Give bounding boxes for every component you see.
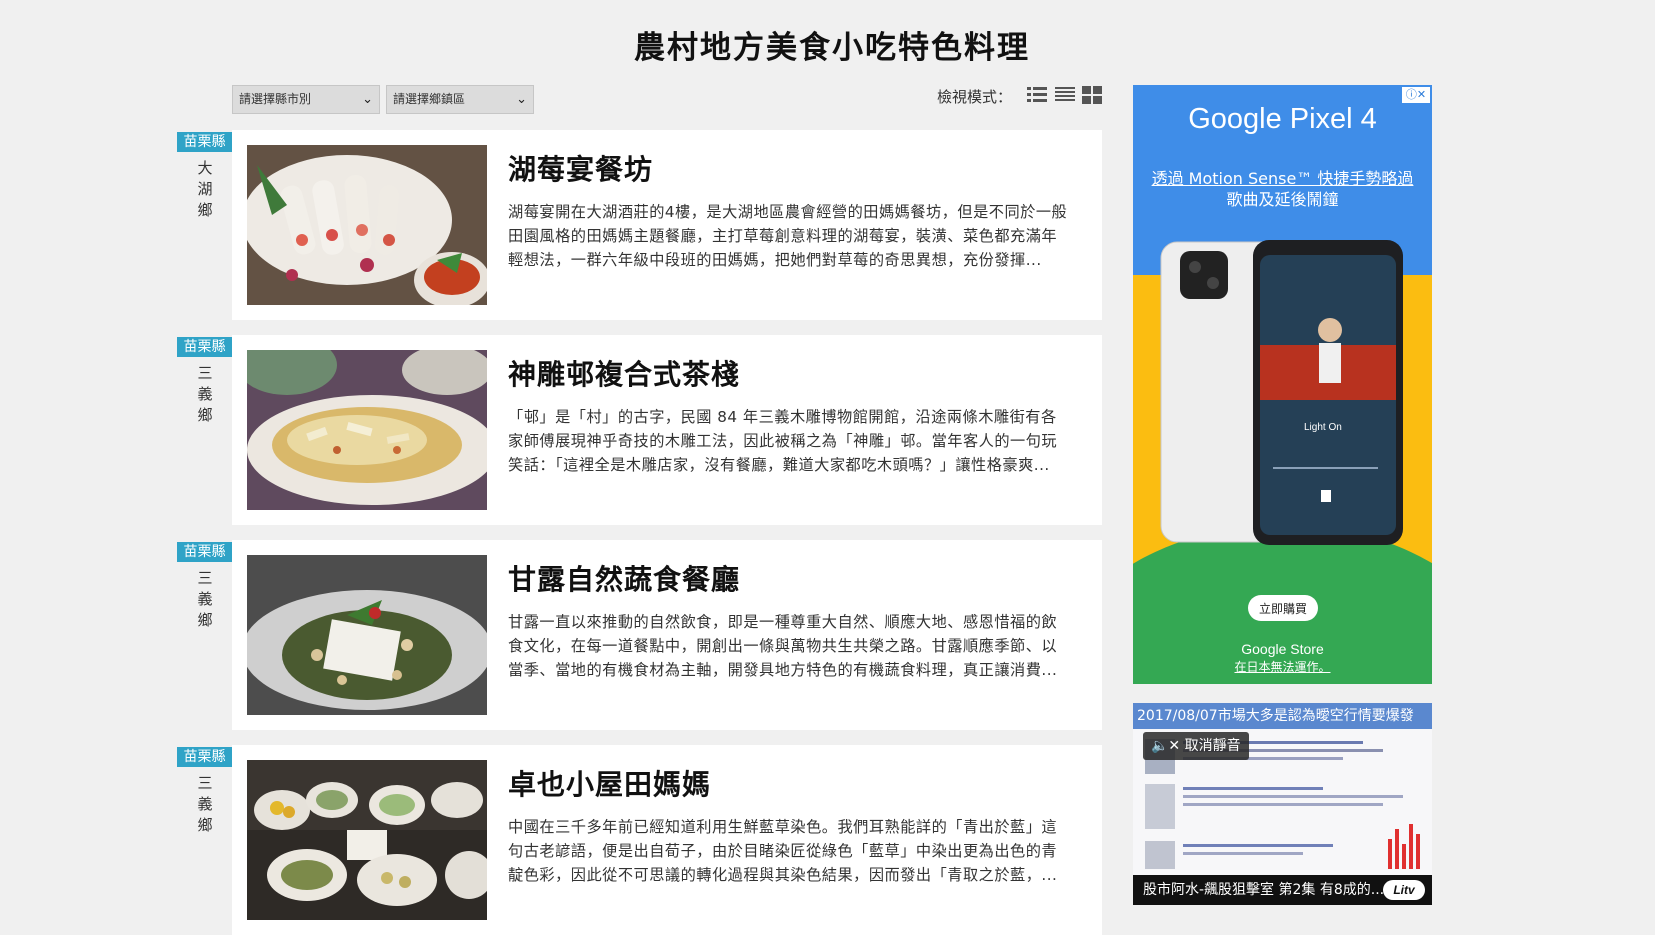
restaurant-photo[interactable] <box>247 145 487 305</box>
restaurant-photo[interactable] <box>247 350 487 510</box>
page-title: 農村地方美食小吃特色料理 <box>634 30 1030 66</box>
township-char: 義 <box>197 795 213 813</box>
township-label: 三 義 鄉 <box>195 568 215 631</box>
video-caption: 股市阿水-飆股狙擊室 第2集 有8成的... <box>1143 882 1385 898</box>
unmute-label: 取消靜音 <box>1184 738 1241 754</box>
township-char: 三 <box>197 569 213 587</box>
county-select-label: 請選擇縣市別 <box>239 92 312 106</box>
township-char: 義 <box>197 385 213 403</box>
township-char: 湖 <box>197 180 213 198</box>
restaurant-title[interactable]: 卓也小屋田媽媽 <box>508 763 711 803</box>
restaurant-title[interactable]: 甘露自然蔬食餐廳 <box>508 558 740 598</box>
county-badge[interactable]: 苗栗縣 <box>177 542 232 562</box>
town-select-label: 請選擇鄉鎮區 <box>393 92 466 106</box>
county-badge[interactable]: 苗栗縣 <box>177 132 232 152</box>
litv-logo: Litv <box>1383 880 1425 900</box>
ad-brand: Google Pixel 4 <box>1188 103 1377 135</box>
restaurant-photo[interactable] <box>247 760 487 920</box>
restaurant-description: 中國在三千多年前已經知道利用生鮮藍草染色。我們耳熟能詳的「青出於藍」這句古老諺語… <box>508 818 1058 884</box>
township-char: 三 <box>197 774 213 792</box>
grid-icon[interactable] <box>1082 86 1102 104</box>
unmute-button[interactable]: 🔈✕ 取消靜音 <box>1143 732 1249 760</box>
county-select[interactable]: 請選擇縣市別 ⌄ <box>232 85 380 114</box>
restaurant-card: 卓也小屋田媽媽 中國在三千多年前已經知道利用生鮮藍草染色。我們耳熟能詳的「青出於… <box>232 745 1102 935</box>
pixel-ad-banner[interactable]: ⓘ✕ Google Pixel 4 透過 Motion Sense™ 快捷手勢略… <box>1133 85 1432 684</box>
county-badge[interactable]: 苗栗縣 <box>177 747 232 767</box>
township-char: 義 <box>197 590 213 608</box>
restaurant-title[interactable]: 湖莓宴餐坊 <box>508 148 653 188</box>
ad-buy-button[interactable]: 立即購買 <box>1248 600 1318 617</box>
township-char: 鄉 <box>197 201 213 219</box>
ad-line-2: 歌曲及延後鬧鐘 <box>1226 190 1339 209</box>
township-char: 鄉 <box>197 816 213 834</box>
restaurant-title[interactable]: 神雕邨複合式茶棧 <box>508 353 740 393</box>
county-badge[interactable]: 苗栗縣 <box>177 337 232 357</box>
ad-store: Google Store <box>1241 641 1324 657</box>
video-ad[interactable]: 2017/08/07市場大多是認為曖空行情要爆發 🔈✕ 取消靜音 股市阿水-飆股… <box>1133 703 1432 905</box>
town-select[interactable]: 請選擇鄉鎮區 ⌄ <box>386 85 534 114</box>
township-char: 大 <box>197 159 213 177</box>
restaurant-description: 湖莓宴開在大湖酒莊的4樓，是大湖地區農會經營的田媽媽餐坊，但是不同於一般田園風格… <box>508 203 1068 269</box>
restaurant-card: 神雕邨複合式茶棧 「邨」是「村」的古字，民國 84 年三義木雕博物館開館，沿途兩… <box>232 335 1102 525</box>
township-label: 三 義 鄉 <box>195 773 215 836</box>
video-headline: 2017/08/07市場大多是認為曖空行情要爆發 <box>1133 703 1432 729</box>
restaurant-card: 湖莓宴餐坊 湖莓宴開在大湖酒莊的4樓，是大湖地區農會經營的田媽媽餐坊，但是不同於… <box>232 130 1102 320</box>
chevron-down-icon: ⌄ <box>362 92 373 107</box>
restaurant-description: 「邨」是「村」的古字，民國 84 年三義木雕博物館開館，沿途兩條木雕街有各家師傅… <box>508 408 1058 474</box>
township-char: 鄉 <box>197 611 213 629</box>
ad-song-title: Light On <box>1304 422 1342 433</box>
restaurant-card: 甘露自然蔬食餐廳 甘露一直以來推動的自然飲食，即是一種尊重大自然、順應大地、感恩… <box>232 540 1102 730</box>
restaurant-photo[interactable] <box>247 555 487 715</box>
restaurant-description: 甘露一直以來推動的自然飲食，即是一種尊重大自然、順應大地、感恩惜福的飲食文化，在… <box>508 613 1058 679</box>
list-compact-icon[interactable] <box>1055 86 1075 104</box>
speaker-muted-icon: 🔈✕ <box>1151 738 1181 754</box>
township-label: 三 義 鄉 <box>195 363 215 426</box>
township-char: 三 <box>197 364 213 382</box>
view-mode-label: 檢視模式： <box>937 88 1013 106</box>
ad-choices-close-icon[interactable]: ⓘ✕ <box>1402 87 1430 103</box>
ad-note[interactable]: 在日本無法運作。 <box>1133 658 1432 675</box>
township-label: 大 湖 鄉 <box>195 158 215 221</box>
list-detail-icon[interactable] <box>1027 86 1047 104</box>
chevron-down-icon: ⌄ <box>516 92 527 107</box>
township-char: 鄉 <box>197 406 213 424</box>
